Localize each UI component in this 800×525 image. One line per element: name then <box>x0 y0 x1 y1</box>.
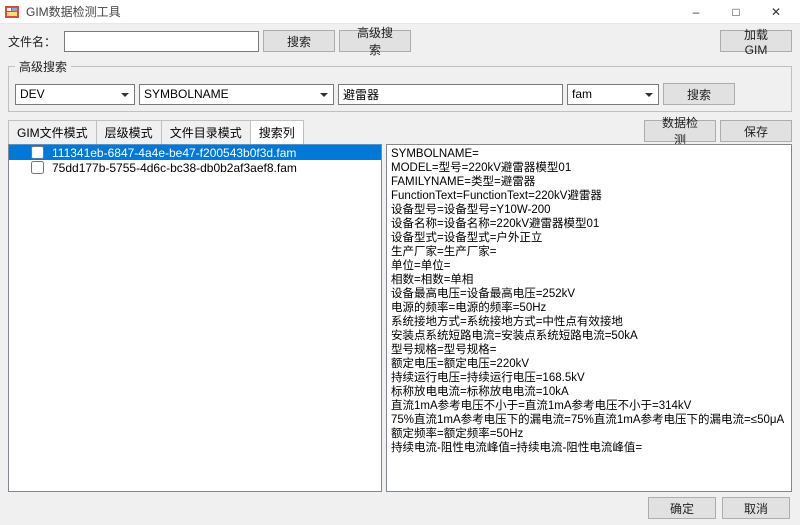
filename-label: 文件名： <box>8 33 60 50</box>
close-button[interactable]: ✕ <box>756 0 796 24</box>
detail-line: FunctionText=FunctionText=220kV避雷器 <box>391 189 787 203</box>
file-tree-pane: 111341eb-6847-4a4e-be47-f200543b0f3d.fam… <box>8 144 382 492</box>
tab-search-list[interactable]: 搜索列 <box>250 120 304 144</box>
detail-line: 设备型式=设备型式=户外正立 <box>391 231 787 245</box>
search-button[interactable]: 搜索 <box>263 30 335 52</box>
adv-search-input[interactable] <box>338 84 563 105</box>
adv-dropdown-1[interactable]: DEV <box>15 84 135 105</box>
adv-dropdown-1-value: DEV <box>20 87 45 101</box>
tree-row[interactable]: 75dd177b-5755-4d6c-bc38-db0b2af3aef8.fam <box>9 160 381 175</box>
tree-row-checkbox[interactable] <box>31 146 44 159</box>
load-gim-button[interactable]: 加载GIM <box>720 30 792 52</box>
tree-row[interactable]: 111341eb-6847-4a4e-be47-f200543b0f3d.fam <box>9 145 381 160</box>
detail-line: SYMBOLNAME= <box>391 147 787 161</box>
detail-line: 电源的频率=电源的频率=50Hz <box>391 301 787 315</box>
tab-gim-file-mode[interactable]: GIM文件模式 <box>8 120 97 144</box>
detail-line: 设备型号=设备型号=Y10W-200 <box>391 203 787 217</box>
tree-row-filename: 111341eb-6847-4a4e-be47-f200543b0f3d.fam <box>52 146 296 160</box>
detail-line: 额定电压=额定电压=220kV <box>391 357 787 371</box>
adv-search-legend: 高级搜索 <box>15 58 71 75</box>
data-detect-button[interactable]: 数据检测 <box>644 120 716 142</box>
tab-level-mode[interactable]: 层级模式 <box>96 120 162 144</box>
detail-line: 75%直流1mA参考电压下的漏电流=75%直流1mA参考电压下的漏电流=≤50μ… <box>391 413 787 427</box>
tree-row-filename: 75dd177b-5755-4d6c-bc38-db0b2af3aef8.fam <box>52 161 297 175</box>
detail-line: 型号规格=型号规格= <box>391 343 787 357</box>
detail-line: 持续运行电压=持续运行电压=168.5kV <box>391 371 787 385</box>
detail-line: 持续电流-阻性电流峰值=持续电流-阻性电流峰值= <box>391 441 787 455</box>
detail-line: 直流1mA参考电压不小于=直流1mA参考电压不小于=314kV <box>391 399 787 413</box>
save-button[interactable]: 保存 <box>720 120 792 142</box>
detail-line: 单位=单位= <box>391 259 787 273</box>
detail-line: 生产厂家=生产厂家= <box>391 245 787 259</box>
detail-line: 标称放电电流=标称放电电流=10kA <box>391 385 787 399</box>
adv-dropdown-3-value: fam <box>572 87 592 101</box>
filename-input[interactable] <box>64 31 259 52</box>
detail-line: MODEL=型号=220kV避雷器模型01 <box>391 161 787 175</box>
maximize-button[interactable]: □ <box>716 0 756 24</box>
tab-dir-mode[interactable]: 文件目录模式 <box>161 120 251 144</box>
adv-dropdown-2-value: SYMBOLNAME <box>144 87 229 101</box>
app-icon <box>4 4 20 20</box>
tree-row-checkbox[interactable] <box>31 161 44 174</box>
adv-search-go-button[interactable]: 搜索 <box>663 83 735 105</box>
detail-line: 系统接地方式=系统接地方式=中性点有效接地 <box>391 315 787 329</box>
minimize-button[interactable]: – <box>676 0 716 24</box>
adv-dropdown-3[interactable]: fam <box>567 84 659 105</box>
detail-line: 设备名称=设备名称=220kV避雷器模型01 <box>391 217 787 231</box>
detail-line: FAMILYNAME=类型=避雷器 <box>391 175 787 189</box>
window-title: GIM数据检测工具 <box>26 3 676 20</box>
detail-line: 额定频率=额定频率=50Hz <box>391 427 787 441</box>
detail-line: 设备最高电压=设备最高电压=252kV <box>391 287 787 301</box>
cancel-button[interactable]: 取消 <box>722 497 790 519</box>
ok-button[interactable]: 确定 <box>648 497 716 519</box>
adv-dropdown-2[interactable]: SYMBOLNAME <box>139 84 334 105</box>
detail-pane[interactable]: SYMBOLNAME=MODEL=型号=220kV避雷器模型01FAMILYNA… <box>386 144 792 492</box>
detail-line: 相数=相数=单相 <box>391 273 787 287</box>
adv-search-button[interactable]: 高级搜索 <box>339 30 411 52</box>
detail-line: 安装点系统短路电流=安装点系统短路电流=50kA <box>391 329 787 343</box>
